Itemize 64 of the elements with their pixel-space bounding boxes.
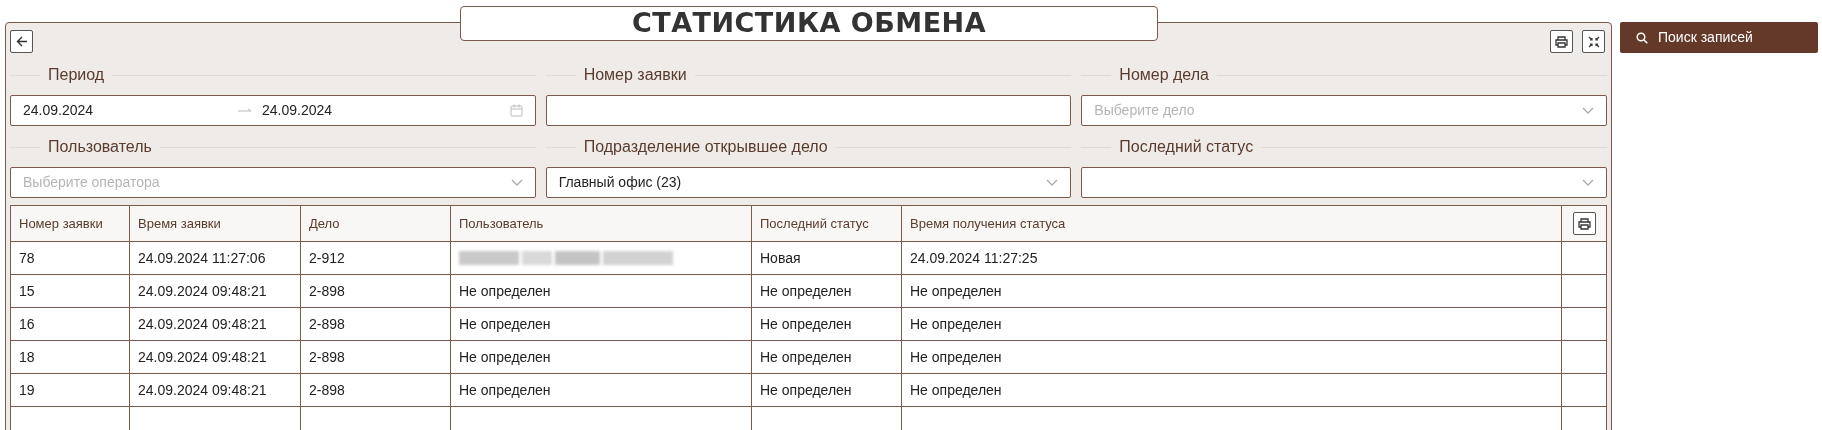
printer-icon	[1577, 217, 1591, 230]
table-cell-text: Не определен	[760, 314, 852, 334]
column-header: Время заявки	[138, 214, 221, 233]
search-icon	[1636, 31, 1648, 44]
print-button[interactable]	[1550, 30, 1573, 53]
chevron-down-icon	[1582, 106, 1594, 115]
table-cell-text: Не определен	[760, 380, 852, 400]
chevron-down-icon	[510, 178, 523, 187]
table-cell-text: 24.09.2024 09:48:21	[138, 314, 267, 334]
printer-icon	[1555, 35, 1568, 48]
table-cell-text: 78	[19, 248, 35, 268]
page-title: СТАТИСТИКА ОБМЕНА	[460, 6, 1158, 41]
print-table-button[interactable]	[1572, 212, 1596, 235]
table-cell-text: Не определен	[910, 380, 1002, 400]
field-label: Пользователь	[47, 137, 153, 157]
table-cell-text: 2-898	[309, 314, 345, 334]
table-cell-text: Не определен	[760, 347, 852, 367]
field-label: Период	[47, 65, 106, 85]
table-cell-text: 2-898	[309, 380, 345, 400]
table-cell-text: 24.09.2024 09:48:21	[138, 281, 267, 301]
table-cell-text: 18	[19, 347, 35, 367]
table-cell-text: Не определен	[459, 380, 551, 400]
table-cell-text: Не определен	[910, 314, 1002, 334]
collapse-icon	[1587, 35, 1600, 48]
select-field[interactable]	[1081, 167, 1607, 198]
chevron-down-icon	[1046, 178, 1059, 187]
field-label: Номер заявки	[582, 65, 688, 85]
table-cell-text: 2-898	[309, 281, 345, 301]
column-header: Пользователь	[459, 214, 544, 233]
table-cell-text: 24.09.2024 11:27:06	[138, 248, 266, 268]
table-cell-text: 2-912	[309, 248, 345, 268]
table-cell-text: Не определен	[910, 347, 1002, 367]
table-cell-text: Не определен	[459, 314, 551, 334]
column-header: Номер заявки	[19, 214, 103, 233]
table-cell-text: Не определен	[459, 281, 551, 301]
table-cell-text: Не определен	[760, 281, 852, 301]
chevron-down-icon	[1582, 178, 1594, 187]
field-label: Подразделение открывшее дело	[582, 137, 829, 157]
table-cell-text: 24.09.2024 09:48:21	[138, 380, 267, 400]
table-cell-text: 24.09.2024 11:27:25	[910, 248, 1038, 268]
table-cell-text: Не определен	[459, 347, 551, 367]
field-label: Последний статус	[1118, 137, 1255, 157]
table-cell-text: 24.09.2024 09:48:21	[138, 347, 267, 367]
fullscreen-button[interactable]	[1582, 30, 1605, 53]
back-button[interactable]	[10, 30, 33, 53]
date-range-field[interactable]: 24.09.2024 24.09.2024	[10, 95, 536, 126]
column-header: Время получения статуса	[910, 214, 1066, 233]
table-cell-text: 2-898	[309, 347, 345, 367]
select-field[interactable]: Главный офис (23)	[545, 167, 1072, 198]
table-cell-text: Не определен	[910, 281, 1002, 301]
field-label: Номер дела	[1118, 65, 1210, 85]
table-cell-text: Новая	[760, 248, 801, 268]
input-field[interactable]	[545, 95, 1072, 126]
table-cell-text: 19	[19, 380, 35, 400]
column-header: Последний статус	[760, 214, 869, 233]
calendar-icon	[509, 104, 523, 117]
table-cell-text: 16	[19, 314, 35, 334]
arrow-left-icon	[15, 36, 28, 47]
search-button[interactable]: Поиск записей	[1620, 22, 1818, 53]
column-header: Дело	[309, 214, 340, 233]
arrow-right-icon	[238, 107, 252, 114]
table-cell-text: 15	[19, 281, 35, 301]
date-to: 24.09.2024	[262, 101, 334, 120]
date-from: 24.09.2024	[23, 101, 95, 120]
